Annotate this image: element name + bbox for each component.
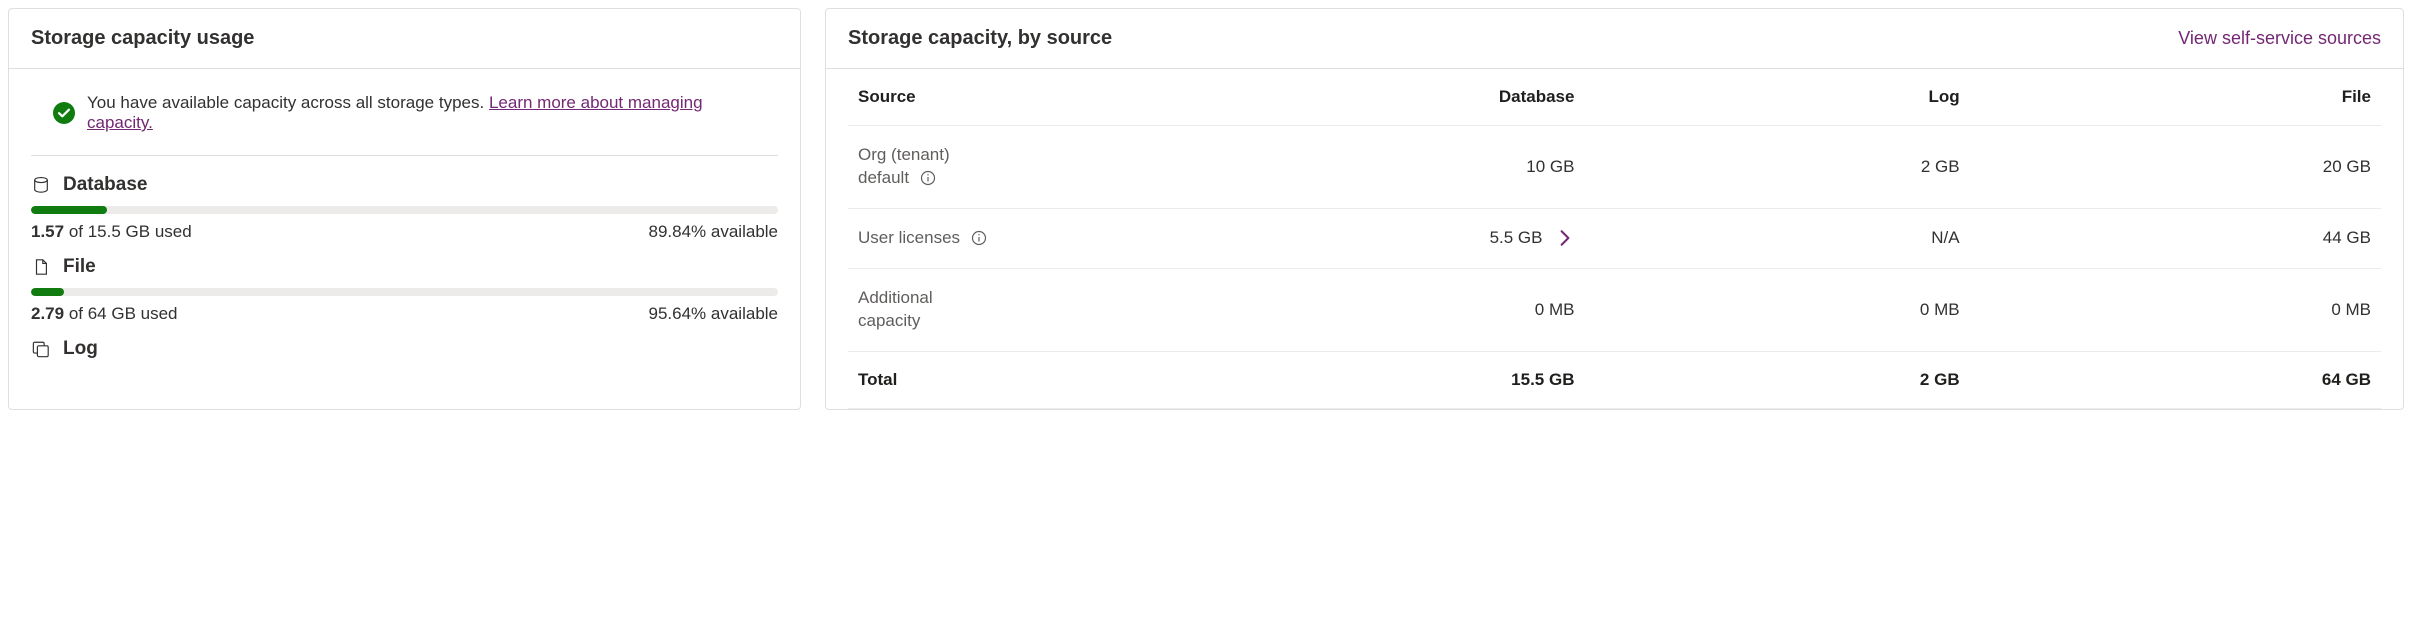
cell-file: 64 GB [1970, 351, 2381, 408]
card-title: Storage capacity usage [31, 27, 254, 50]
table-row: Org (tenant)default 10 GB2 GB20 GB [848, 126, 2381, 209]
usage-meta: 2.79 of 64 GB used 95.64% available [31, 304, 778, 324]
used-value: 1.57 [31, 222, 64, 241]
database-icon [31, 175, 51, 195]
usage-used: 2.79 of 64 GB used [31, 304, 178, 324]
cell-source: Additionalcapacity [848, 268, 1247, 351]
col-source: Source [848, 69, 1247, 126]
usage-label: Log [63, 338, 98, 360]
usage-list: Database 1.57 of 15.5 GB used 89.84% ava… [9, 156, 800, 374]
usage-meta: 1.57 of 15.5 GB used 89.84% available [31, 222, 778, 242]
cell-database: 15.5 GB [1247, 351, 1615, 408]
table-row: User licenses 5.5 GBN/A44 GB [848, 208, 2381, 268]
col-database: Database [1247, 69, 1615, 126]
progress-track [31, 288, 778, 296]
table-row: Additionalcapacity0 MB0 MB0 MB [848, 268, 2381, 351]
log-icon [31, 339, 51, 359]
card-header: Storage capacity usage [9, 9, 800, 69]
usage-used: 1.57 of 15.5 GB used [31, 222, 192, 242]
chevron-right-icon[interactable] [1556, 229, 1574, 247]
storage-usage-card: Storage capacity usage You have availabl… [8, 8, 801, 410]
table-row-total: Total15.5 GB2 GB64 GB [848, 351, 2381, 408]
source-table-wrap: Source Database Log File Org (tenant)def… [826, 69, 2403, 409]
cell-database: 5.5 GB [1247, 208, 1615, 268]
card-header: Storage capacity, by source View self-se… [826, 9, 2403, 69]
used-rest: of 15.5 GB used [64, 222, 192, 241]
usage-available: 89.84% available [649, 222, 778, 242]
usage-heading: File [31, 256, 778, 278]
info-icon[interactable] [971, 230, 987, 246]
alert-message: You have available capacity across all s… [87, 93, 489, 112]
capacity-alert: You have available capacity across all s… [31, 69, 778, 156]
used-value: 2.79 [31, 304, 64, 323]
cell-log: N/A [1614, 208, 1969, 268]
cell-source: Total [848, 351, 1247, 408]
alert-text: You have available capacity across all s… [87, 93, 756, 133]
progress-track [31, 206, 778, 214]
cell-database: 10 GB [1247, 126, 1615, 209]
usage-item-database: Database 1.57 of 15.5 GB used 89.84% ava… [31, 174, 778, 242]
col-file: File [1970, 69, 2381, 126]
table-body: Org (tenant)default 10 GB2 GB20 GBUser l… [848, 126, 2381, 409]
usage-label: File [63, 256, 96, 278]
progress-fill [31, 206, 107, 214]
cell-file: 20 GB [1970, 126, 2381, 209]
cell-file: 0 MB [1970, 268, 2381, 351]
table-header-row: Source Database Log File [848, 69, 2381, 126]
cell-log: 2 GB [1614, 126, 1969, 209]
usage-available: 95.64% available [649, 304, 778, 324]
col-log: Log [1614, 69, 1969, 126]
card-title: Storage capacity, by source [848, 27, 1112, 50]
cell-source: User licenses [848, 208, 1247, 268]
cell-file: 44 GB [1970, 208, 2381, 268]
cell-log: 0 MB [1614, 268, 1969, 351]
used-rest: of 64 GB used [64, 304, 177, 323]
usage-item-log: Log [31, 338, 778, 360]
usage-item-file: File 2.79 of 64 GB used 95.64% available [31, 256, 778, 324]
cell-database: 0 MB [1247, 268, 1615, 351]
storage-by-source-card: Storage capacity, by source View self-se… [825, 8, 2404, 410]
check-circle-icon [53, 102, 75, 124]
cell-source: Org (tenant)default [848, 126, 1247, 209]
info-icon[interactable] [920, 170, 936, 186]
usage-label: Database [63, 174, 148, 196]
view-self-service-link[interactable]: View self-service sources [2178, 28, 2381, 49]
cell-log: 2 GB [1614, 351, 1969, 408]
progress-fill [31, 288, 64, 296]
source-table: Source Database Log File Org (tenant)def… [848, 69, 2381, 409]
usage-heading: Database [31, 174, 778, 196]
file-icon [31, 257, 51, 277]
usage-heading: Log [31, 338, 778, 360]
